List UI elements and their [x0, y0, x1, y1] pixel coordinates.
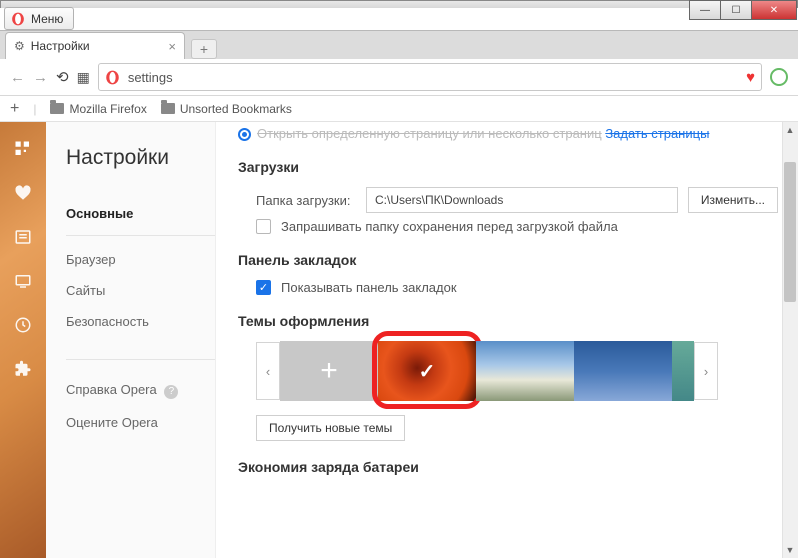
- section-battery-title: Экономия заряда батареи: [238, 459, 778, 475]
- settings-content: Открыть определенную страницу или нескол…: [216, 122, 798, 558]
- sync-icon[interactable]: [770, 68, 788, 86]
- bookmark-folder[interactable]: Unsorted Bookmarks: [161, 102, 292, 116]
- sidebar-item-browser[interactable]: Браузер: [66, 244, 215, 275]
- tab-close-icon[interactable]: ×: [168, 39, 176, 54]
- theme-tile[interactable]: [476, 341, 574, 401]
- heart-icon[interactable]: ♥: [746, 69, 755, 86]
- opera-logo-icon: [11, 12, 25, 26]
- rail-history-icon[interactable]: [13, 316, 33, 334]
- theme-tile-selected[interactable]: [378, 341, 476, 401]
- scroll-up-arrow[interactable]: ▲: [782, 122, 798, 138]
- sidebar-item-basic[interactable]: Основные: [66, 198, 215, 236]
- gear-icon: ⚙: [14, 39, 25, 53]
- close-window-button[interactable]: ✕: [751, 0, 797, 20]
- get-more-themes-button[interactable]: Получить новые темы: [256, 415, 405, 441]
- new-tab-button[interactable]: +: [191, 39, 217, 59]
- theme-add-tile[interactable]: +: [280, 341, 378, 401]
- rail-news-icon[interactable]: [13, 228, 33, 246]
- rail-extensions-icon[interactable]: [13, 360, 33, 378]
- left-rail: [0, 122, 46, 558]
- help-icon: ?: [164, 385, 178, 399]
- scrollbar-track[interactable]: ▲ ▼: [782, 122, 798, 558]
- themes-prev-button[interactable]: ‹: [256, 342, 280, 400]
- ask-before-download-checkbox[interactable]: [256, 219, 271, 234]
- change-folder-button[interactable]: Изменить...: [688, 187, 778, 213]
- section-downloads-title: Загрузки: [238, 159, 778, 175]
- show-bookmarks-checkbox[interactable]: [256, 280, 271, 295]
- show-bookmarks-label: Показывать панель закладок: [281, 280, 457, 295]
- speed-dial-button[interactable]: ▦: [77, 69, 90, 86]
- folder-icon: [50, 103, 64, 114]
- sidebar-item-rate[interactable]: Оцените Opera: [66, 407, 215, 438]
- bookmarks-bar: + | Mozilla Firefox Unsorted Bookmarks: [0, 96, 798, 122]
- themes-next-button[interactable]: ›: [694, 342, 718, 400]
- menu-label: Меню: [31, 12, 63, 26]
- forward-button[interactable]: →: [33, 69, 48, 86]
- scrollbar-thumb[interactable]: [784, 162, 796, 302]
- set-pages-link[interactable]: Задать страницы: [605, 126, 709, 141]
- sidebar-item-help[interactable]: Справка Opera ?: [66, 374, 215, 407]
- back-button[interactable]: ←: [10, 69, 25, 86]
- theme-tile[interactable]: [672, 341, 694, 401]
- add-bookmark-button[interactable]: +: [10, 100, 19, 118]
- ask-before-download-label: Запрашивать папку сохранения перед загру…: [281, 219, 618, 234]
- maximize-button[interactable]: ☐: [720, 0, 752, 20]
- tab-settings[interactable]: ⚙ Настройки ×: [5, 32, 185, 59]
- section-themes-title: Темы оформления: [238, 313, 778, 329]
- address-text: settings: [128, 70, 173, 85]
- sidebar-item-sites[interactable]: Сайты: [66, 275, 215, 306]
- theme-tile[interactable]: [574, 341, 672, 401]
- download-folder-label: Папка загрузки:: [256, 193, 356, 208]
- page-title: Настройки: [66, 146, 215, 170]
- tab-title: Настройки: [31, 39, 90, 53]
- rail-screen-icon[interactable]: [13, 272, 33, 290]
- opera-menu-button[interactable]: Меню: [4, 7, 74, 30]
- tab-strip: ⚙ Настройки × +: [0, 30, 798, 59]
- rail-bookmarks-icon[interactable]: [13, 184, 33, 202]
- opera-logo-icon: [105, 70, 120, 85]
- sidebar-item-security[interactable]: Безопасность: [66, 306, 215, 337]
- settings-sidebar: Настройки Основные Браузер Сайты Безопас…: [46, 122, 216, 558]
- toolbar: ← → ⟲ ▦ settings ♥: [0, 59, 798, 96]
- address-bar[interactable]: settings ♥: [98, 63, 762, 91]
- minimize-button[interactable]: —: [689, 0, 721, 20]
- scroll-down-arrow[interactable]: ▼: [782, 542, 798, 558]
- bookmark-folder[interactable]: Mozilla Firefox: [50, 102, 146, 116]
- rail-speed-dial-icon[interactable]: [13, 140, 33, 158]
- radio-selected-icon[interactable]: [238, 128, 251, 141]
- section-bookmarks-title: Панель закладок: [238, 252, 778, 268]
- folder-icon: [161, 103, 175, 114]
- reload-button[interactable]: ⟲: [56, 68, 69, 86]
- download-folder-field[interactable]: C:\Users\ПК\Downloads: [366, 187, 678, 213]
